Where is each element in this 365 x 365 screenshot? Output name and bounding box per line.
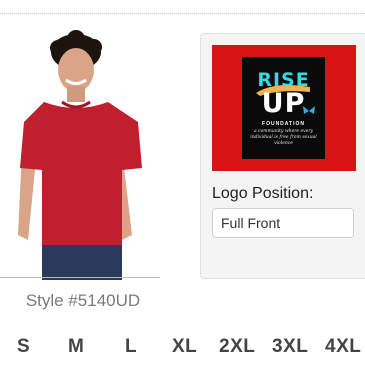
model-wearing-tshirt-image xyxy=(18,30,142,280)
logo-foundation-text: FOUNDATION xyxy=(262,121,305,127)
size-option-m[interactable]: M xyxy=(68,336,84,358)
size-option-4xl[interactable]: 4XL xyxy=(325,336,361,358)
top-divider xyxy=(0,13,365,14)
logo-position-label: Logo Position: xyxy=(212,185,314,202)
logo-preview[interactable]: RISE UP FOUNDATION a community where eve… xyxy=(212,45,356,171)
logo-position-select[interactable]: Full Front xyxy=(212,208,354,238)
size-option-2xl[interactable]: 2XL xyxy=(219,336,255,358)
size-option-s[interactable]: S xyxy=(17,336,30,358)
product-photo[interactable] xyxy=(0,30,180,280)
style-number: Style #5140UD xyxy=(25,291,141,310)
logo-tagline: a community where every individual is fr… xyxy=(250,129,317,146)
butterfly-icon xyxy=(303,106,315,114)
size-option-l[interactable]: L xyxy=(125,336,137,358)
size-option-xl[interactable]: XL xyxy=(172,336,197,358)
rise-up-foundation-logo: RISE UP FOUNDATION a community where eve… xyxy=(242,57,325,159)
size-options: S M L XL 2XL 3XL 4XL xyxy=(0,336,365,360)
photo-divider xyxy=(0,277,160,278)
logo-panel: RISE UP FOUNDATION a community where eve… xyxy=(200,33,365,279)
size-option-3xl[interactable]: 3XL xyxy=(272,336,308,358)
